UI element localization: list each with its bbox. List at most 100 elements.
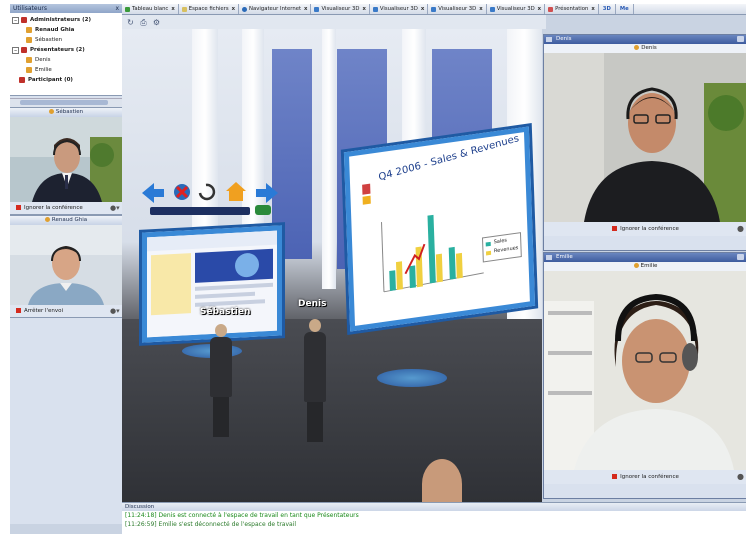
presentation-icon	[548, 6, 554, 12]
tab-browser[interactable]: Navigateur Internet x	[239, 4, 312, 14]
users-panel-header: Utilisateurs x	[10, 4, 122, 13]
video-header-renaud: Renaud Ghia	[10, 215, 122, 225]
video-window-emilie[interactable]: Emilie Emilie Ignorer la conférence ●	[543, 252, 746, 499]
tab-close-icon[interactable]: x	[232, 4, 235, 14]
tree-item-emilie[interactable]: Emilie	[12, 65, 122, 75]
video-renaud	[10, 225, 122, 305]
person-menu-icon[interactable]: ●▾	[110, 204, 120, 212]
tab-label: Visualiseur 3D	[496, 6, 535, 12]
maximize-icon[interactable]	[737, 254, 744, 260]
close-icon[interactable]: x	[115, 4, 119, 13]
chat-line: [11:24:18] Denis est connecté à l'espace…	[125, 512, 359, 519]
video-header-sebastien: Sébastien	[10, 107, 122, 117]
tab-3d-viewer-3[interactable]: Visualiseur 3D x	[428, 4, 487, 14]
webpage-thumbnail	[147, 230, 277, 338]
tab-close-icon[interactable]: x	[591, 4, 594, 14]
presentation-board[interactable]: Q4 2006 - Sales & Revenues Sales Revenue…	[343, 126, 536, 332]
tab-whiteboard[interactable]: Tableau blanc x	[122, 4, 179, 14]
tab-close-icon[interactable]: x	[362, 4, 365, 14]
user-icon	[26, 57, 32, 63]
tab-presentation[interactable]: Présentation x	[545, 4, 599, 14]
print-icon[interactable]: ⎙	[139, 18, 148, 27]
window-menu-icon[interactable]	[546, 255, 552, 260]
arrow-left-icon	[142, 183, 164, 203]
tree-item-denis[interactable]: Denis	[12, 55, 122, 65]
users-panel-title: Utilisateurs	[13, 5, 47, 12]
tab-files[interactable]: Espace fichiers x	[179, 4, 240, 14]
stop-icon	[16, 205, 21, 210]
arrow-right-icon	[256, 183, 278, 203]
user-icon	[26, 27, 32, 33]
tab-close-icon[interactable]: x	[171, 4, 174, 14]
ignore-label: Ignorer la conférence	[620, 474, 679, 480]
board-chart	[362, 183, 522, 293]
tab-3d-viewer-1[interactable]: Visualiseur 3D x	[311, 4, 370, 14]
tab-close-icon[interactable]: x	[304, 4, 307, 14]
tree-group-admins[interactable]: − Administrateurs (2)	[12, 15, 122, 25]
ignore-conference-button[interactable]: Ignorer la conférence ●	[544, 470, 746, 484]
tree-item-renaud[interactable]: Renaud Ghia	[12, 25, 122, 35]
tab-3d[interactable]: 3D	[599, 4, 616, 14]
video-window-denis[interactable]: Denis Denis Ignorer la conférence ●	[543, 34, 746, 251]
person-menu-icon[interactable]: ●	[737, 224, 744, 234]
collapse-icon[interactable]: −	[12, 16, 19, 24]
group-icon	[21, 47, 27, 53]
tab-bar: Tableau blanc x Espace fichiers x Navigate…	[122, 4, 746, 15]
3d-viewer[interactable]: Q4 2006 - Sales & Revenues Sales Revenue…	[122, 29, 542, 502]
video-name: Renaud Ghia	[51, 217, 88, 223]
tab-close-icon[interactable]: x	[421, 4, 424, 14]
ignore-conference-button[interactable]: Ignorer la conférence ●	[544, 222, 746, 236]
person-menu-icon[interactable]: ●▾	[110, 307, 120, 315]
window-menu-icon[interactable]	[546, 37, 552, 42]
avatar-sebastien[interactable]	[210, 324, 232, 437]
scene-toolbar: ↻ ⎙ ⚙	[122, 15, 546, 29]
tree-item-sebastien[interactable]: Sébastien	[12, 35, 122, 45]
webcam-image	[10, 117, 122, 202]
video-name-bar: Denis	[544, 44, 746, 53]
tree-group-presenters[interactable]: − Présentateurs (2)	[12, 45, 122, 55]
maximize-icon[interactable]	[737, 36, 744, 42]
reload-icon	[198, 183, 216, 201]
scrollbar-thumb[interactable]	[20, 100, 108, 105]
viewer-3d-icon	[431, 6, 437, 12]
avatar-denis[interactable]	[304, 319, 326, 442]
ignore-label: Ignorer la conférence	[620, 226, 679, 232]
tab-label: Visualiseur 3D	[379, 6, 418, 12]
tree-label: Denis	[35, 57, 51, 63]
tab-label: Tableau blanc	[132, 6, 169, 12]
webcam-image	[544, 271, 746, 470]
tab-label: Visualiseur 3D	[438, 6, 477, 12]
tab-close-icon[interactable]: x	[479, 4, 482, 14]
chat-line: [11:26:59] Emilie s'est déconnecté de l'…	[125, 521, 297, 528]
tab-3d-viewer-4[interactable]: Visualiseur 3D x	[487, 4, 546, 14]
teleport-pad[interactable]	[377, 369, 447, 387]
ignore-conference-button[interactable]: Ignorer la conférence ●▾	[10, 202, 122, 215]
person-menu-icon[interactable]: ●	[737, 472, 744, 482]
stop-label: Arrêter l'envoi	[24, 308, 64, 314]
refresh-icon[interactable]: ↻	[126, 18, 135, 27]
whiteboard-icon	[125, 6, 130, 12]
settings-icon[interactable]: ⚙	[152, 18, 161, 27]
go-icon	[255, 205, 271, 215]
tab-label: Navigateur Internet	[249, 6, 302, 12]
stop-sending-button[interactable]: Arrêter l'envoi ●▾	[10, 305, 122, 318]
tab-close-icon[interactable]: x	[538, 4, 541, 14]
window-titlebar[interactable]: Denis	[544, 35, 746, 44]
window-title: Emilie	[556, 254, 573, 260]
tab-more[interactable]: Me	[616, 4, 634, 14]
navigation-controls[interactable]	[140, 179, 280, 217]
video-name: Emilie	[640, 263, 658, 269]
webcam-image	[10, 225, 122, 305]
window-titlebar[interactable]: Emilie	[544, 253, 746, 262]
collapse-icon[interactable]: −	[12, 46, 19, 54]
tab-3d-viewer-2[interactable]: Visualiseur 3D x	[370, 4, 429, 14]
address-bar	[150, 207, 250, 215]
avatar-label-sebastien: Sébastien	[200, 307, 251, 317]
avatar-foreground	[422, 459, 462, 502]
tree-group-participants[interactable]: Participant (0)	[12, 75, 122, 85]
video-name-bar: Emilie	[544, 262, 746, 271]
window-title: Denis	[556, 36, 572, 42]
tree-scrollbar[interactable]	[10, 98, 122, 107]
video-sebastien	[10, 117, 122, 202]
tab-label: Présentation	[555, 6, 589, 12]
